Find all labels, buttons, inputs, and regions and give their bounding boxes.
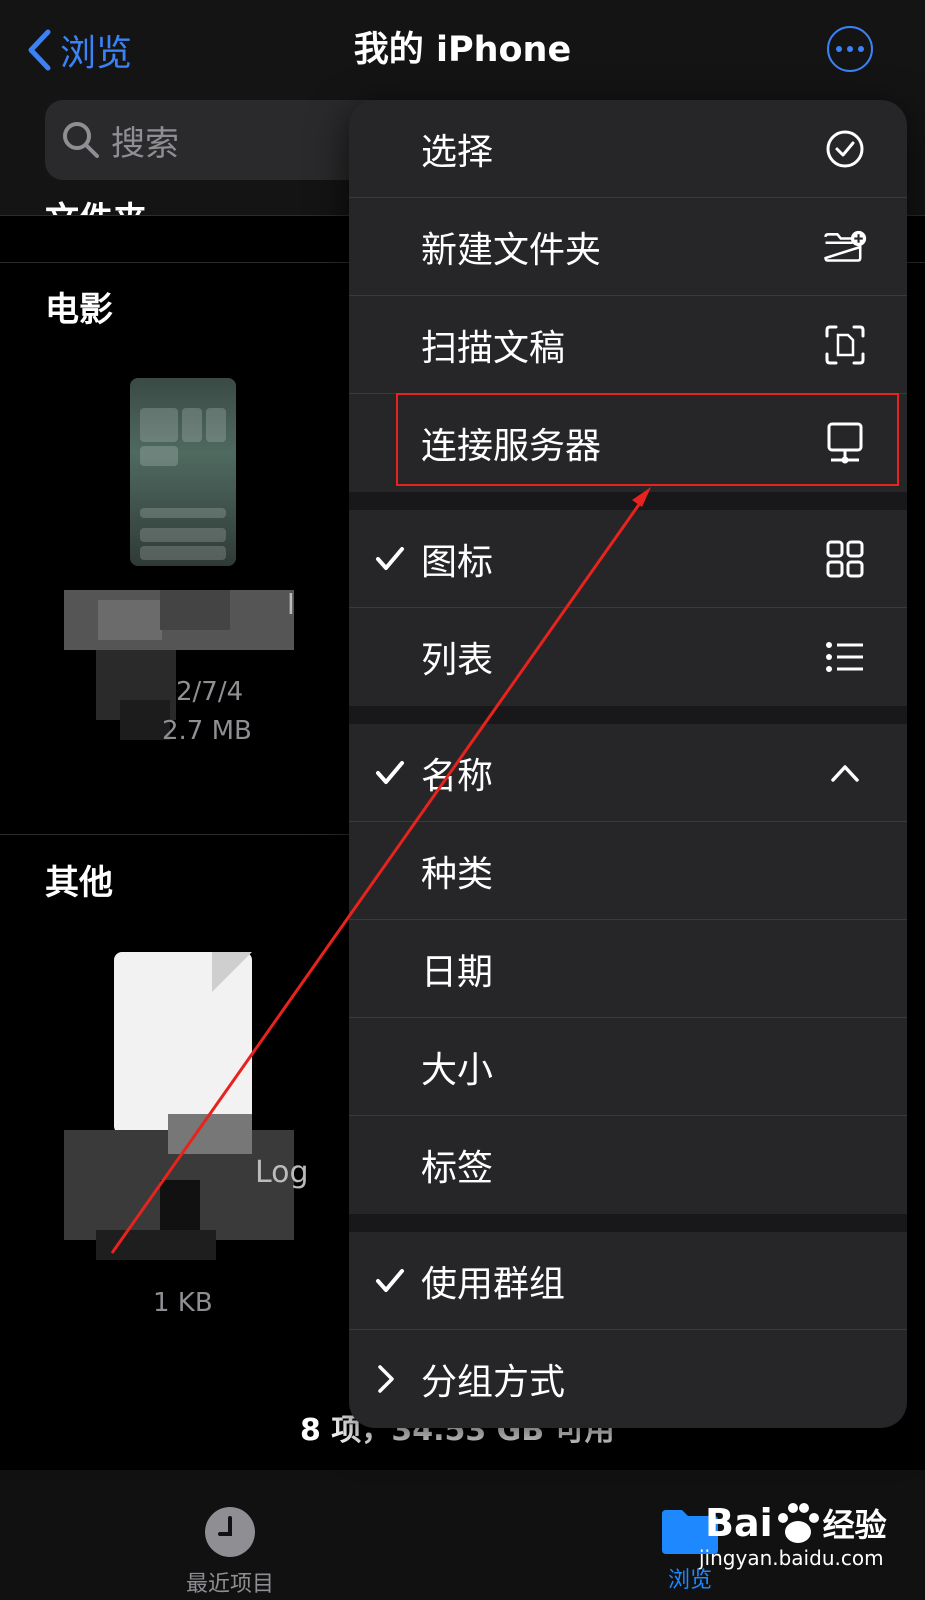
watermark-brand-cn: 经验 <box>822 1506 887 1544</box>
menu-item-sort-name[interactable]: 名称 <box>349 724 907 822</box>
menu-group-divider <box>349 706 907 724</box>
grid-icon <box>823 537 867 581</box>
watermark-brand: Bai <box>705 1501 773 1545</box>
other-size: 1 KB <box>153 1288 213 1318</box>
paw-icon <box>777 1503 819 1543</box>
page-title: 我的 iPhone <box>353 30 572 70</box>
movie-date-fragment: 2/7/4 <box>176 677 244 707</box>
movie-thumbnail[interactable] <box>130 378 236 566</box>
menu-item-sort-date[interactable]: 日期 <box>349 920 907 1018</box>
divider <box>0 834 350 835</box>
other-name-fragment: Log <box>255 1155 309 1190</box>
clock-icon <box>205 1507 255 1557</box>
menu-item-sort-size[interactable]: 大小 <box>349 1018 907 1116</box>
menu-group-divider <box>349 492 907 510</box>
search-placeholder: 搜索 <box>111 123 179 164</box>
checkmark-icon <box>375 1268 407 1294</box>
menu-item-scan-documents[interactable]: 扫描文稿 <box>349 296 907 394</box>
menu-item-sort-tags[interactable]: 标签 <box>349 1116 907 1214</box>
menu-item-list-view[interactable]: 列表 <box>349 608 907 706</box>
list-icon <box>823 635 867 679</box>
menu-item-sort-kind[interactable]: 种类 <box>349 822 907 920</box>
checkmark-icon <box>375 546 407 572</box>
section-movies-title: 电影 <box>45 290 113 330</box>
folder-plus-icon <box>823 225 867 269</box>
checkmark-icon <box>375 760 407 786</box>
section-other-title: 其他 <box>45 863 113 903</box>
menu-item-new-folder[interactable]: 新建文件夹 <box>349 198 907 296</box>
baidu-watermark: Bai 经验 jingyan.baidu.com <box>699 1500 887 1570</box>
annotation-highlight-box <box>396 393 899 486</box>
ellipsis-icon <box>836 46 842 52</box>
checkmark-circle-icon <box>823 127 867 171</box>
tab-recents-label: 最近项目 <box>185 1572 274 1597</box>
chevron-up-icon <box>823 751 867 795</box>
document-icon[interactable] <box>114 952 252 1134</box>
movie-name-fragment: l <box>287 588 295 621</box>
menu-group-divider <box>349 1214 907 1232</box>
menu-item-use-groups[interactable]: 使用群组 <box>349 1232 907 1330</box>
menu-item-group-by[interactable]: 分组方式 <box>349 1330 907 1428</box>
more-button[interactable] <box>827 26 873 72</box>
search-icon <box>63 122 99 158</box>
watermark-url: jingyan.baidu.com <box>699 1546 884 1570</box>
chevron-right-icon <box>375 1364 407 1394</box>
context-menu: 选择 新建文件夹 扫描文稿 连接服务器 图标 列表 名称 种类 日期 大小 标签… <box>349 100 907 1428</box>
menu-item-icons-view[interactable]: 图标 <box>349 510 907 608</box>
scan-document-icon <box>823 323 867 367</box>
movie-size-fragment: 2.7 MB <box>162 716 252 746</box>
section-folders-title: 文件夹 <box>45 195 147 215</box>
menu-item-select[interactable]: 选择 <box>349 100 907 198</box>
tab-recents[interactable]: 最近项目 <box>180 1506 280 1598</box>
